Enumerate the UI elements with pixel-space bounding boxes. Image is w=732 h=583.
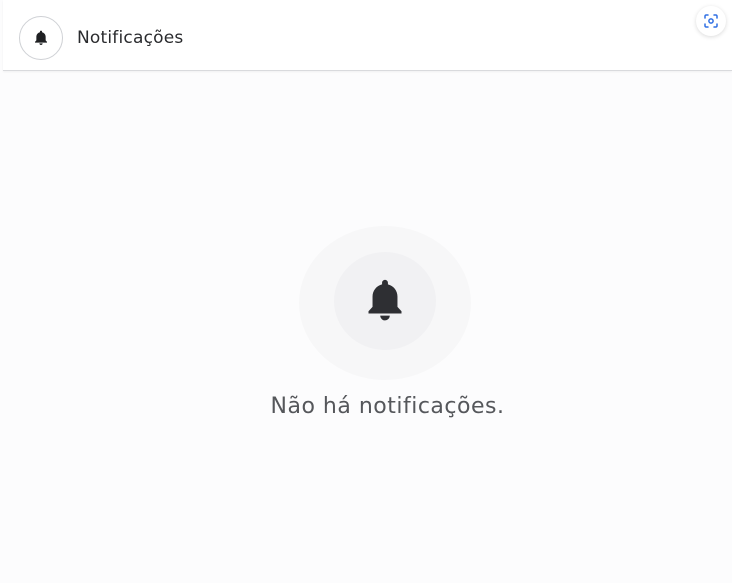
bell-icon xyxy=(35,30,47,46)
header-bar: Notificações xyxy=(3,0,732,71)
scan-icon xyxy=(704,14,718,28)
empty-state-icon-circle xyxy=(334,252,436,350)
empty-state-illustration xyxy=(299,226,471,380)
empty-state-message: Não há notificações. xyxy=(270,394,505,419)
page-title: Notificações xyxy=(77,28,184,48)
bell-icon xyxy=(368,279,402,321)
notifications-page: Notificações Não há notificações. xyxy=(0,0,732,583)
scan-button[interactable] xyxy=(696,6,726,36)
header-bell-badge xyxy=(19,16,63,60)
